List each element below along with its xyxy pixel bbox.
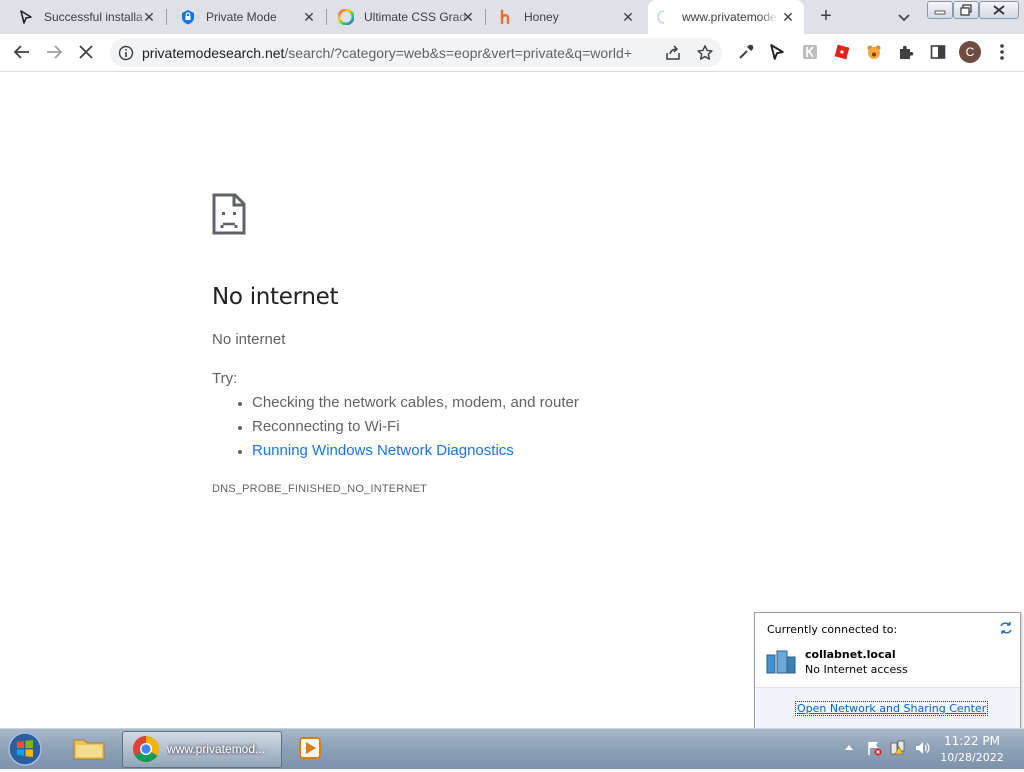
tab-strip: Successful installa ✕ Private Mode ✕ Ult… (0, 0, 1024, 34)
suggestion-item: Reconnecting to Wi-Fi (252, 415, 579, 439)
chevron-down-icon[interactable] (894, 7, 914, 27)
clock-time[interactable]: 11:22 PM (930, 734, 1014, 748)
private-shield-icon (180, 9, 196, 25)
extensions-button[interactable] (894, 40, 918, 64)
network-status-popup: Currently connected to: collabnet.local … (754, 612, 1021, 728)
error-heading: No internet (212, 284, 339, 310)
url-text[interactable]: privatemodesearch.net/search/?category=w… (142, 45, 632, 61)
share-icon[interactable] (664, 44, 682, 62)
windows-start-icon (8, 732, 42, 766)
profile-avatar-button[interactable]: C (958, 40, 982, 64)
network-diagnostics-link[interactable]: Running Windows Network Diagnostics (252, 439, 579, 463)
forward-arrow-icon (47, 45, 63, 59)
back-button[interactable] (10, 40, 34, 64)
tab-title: Successful installa (44, 10, 143, 24)
forward-button[interactable] (42, 40, 66, 64)
try-label: Try: (212, 370, 238, 387)
chrome-logo-icon (132, 735, 160, 763)
honey-h-icon (498, 9, 514, 25)
domain-network-icon (766, 650, 796, 674)
media-player-taskbar-button[interactable] (290, 731, 330, 766)
honey-extension-button[interactable] (862, 40, 886, 64)
new-tab-button[interactable]: + (814, 5, 838, 29)
eyedropper-icon (739, 44, 754, 59)
start-button[interactable] (6, 731, 44, 767)
address-bar[interactable]: privatemodesearch.net/search/?category=w… (110, 38, 722, 67)
roblox-extension-button[interactable] (830, 40, 854, 64)
tab-title: www.privatemode (682, 10, 777, 24)
action-center-flag-icon[interactable] (866, 740, 882, 756)
network-sharing-center-link[interactable]: Open Network and Sharing Center (795, 701, 989, 716)
url-domain: privatemodesearch.net (142, 45, 285, 61)
suggestion-item: Checking the network cables, modem, and … (252, 391, 579, 415)
bookmark-star-icon[interactable] (696, 44, 714, 62)
tab-honey[interactable]: Honey ✕ (480, 0, 646, 34)
close-tab-icon[interactable]: ✕ (620, 9, 636, 25)
tab-ultimate-css-gradient[interactable]: Ultimate CSS Grad ✕ (320, 0, 486, 34)
tab-private-mode[interactable]: Private Mode ✕ (162, 0, 327, 34)
error-subheading: No internet (212, 331, 286, 348)
loading-spinner-icon (656, 9, 672, 25)
avatar: C (959, 41, 981, 63)
network-warning-icon[interactable] (890, 740, 906, 756)
cursor-arrow-icon (18, 9, 34, 25)
tab-privatemode-active[interactable]: www.privatemode ✕ (648, 0, 804, 34)
close-tab-icon[interactable]: ✕ (141, 9, 157, 25)
side-panel-button[interactable] (926, 40, 950, 64)
volume-speaker-icon[interactable] (914, 740, 930, 756)
chrome-taskbar-button[interactable]: www.privatemod... (122, 731, 282, 768)
cursor-arrow-icon (770, 44, 784, 60)
honey-bear-icon (867, 45, 881, 59)
restore-button[interactable] (953, 1, 979, 19)
info-icon[interactable] (118, 45, 134, 61)
tab-successful-install[interactable]: Successful installa ✕ (0, 0, 167, 34)
network-status: No Internet access (805, 663, 908, 676)
minimize-button[interactable] (927, 1, 953, 19)
file-explorer-taskbar-button[interactable] (66, 731, 112, 766)
browser-toolbar: privatemodesearch.net/search/?category=w… (0, 34, 1024, 72)
network-name: collabnet.local (805, 648, 896, 661)
sad-page-icon (212, 193, 246, 235)
stop-x-icon (79, 45, 93, 59)
close-tab-icon[interactable]: ✕ (301, 9, 317, 25)
puzzle-piece-icon (900, 45, 914, 59)
close-tab-icon[interactable]: ✕ (460, 9, 476, 25)
connection-header: Currently connected to: (767, 623, 898, 636)
close-tab-icon[interactable]: ✕ (780, 9, 796, 25)
menu-button[interactable] (990, 40, 1014, 64)
refresh-arrows-icon[interactable] (998, 620, 1014, 636)
url-path: /search/?category=web&s=eopr&vert=privat… (284, 45, 632, 61)
taskbar-item-label: www.privatemod... (167, 742, 266, 756)
clock-date[interactable]: 10/28/2022 (930, 751, 1014, 764)
kebab-menu-icon (1000, 44, 1004, 60)
grammar-extension-button[interactable] (798, 40, 822, 64)
red-square-icon (834, 44, 850, 60)
extension-k-icon (803, 45, 817, 59)
cursor-extension-button[interactable] (765, 40, 789, 64)
error-code: DNS_PROBE_FINISHED_NO_INTERNET (212, 483, 428, 495)
folder-icon (73, 739, 105, 760)
side-panel-icon (930, 45, 946, 59)
stop-loading-button[interactable] (74, 40, 98, 64)
media-player-icon (299, 737, 321, 759)
color-wheel-icon (338, 9, 354, 25)
taskbar: www.privatemod... 11:22 PM 10/28/2022 (0, 728, 1024, 769)
eyedropper-extension-button[interactable] (734, 40, 758, 64)
popup-footer: Open Network and Sharing Center (755, 687, 1020, 728)
back-arrow-icon (13, 45, 29, 59)
show-hidden-icons-icon[interactable] (844, 743, 854, 751)
close-window-button[interactable] (979, 1, 1019, 19)
suggestions-list: Checking the network cables, modem, and … (212, 391, 579, 463)
